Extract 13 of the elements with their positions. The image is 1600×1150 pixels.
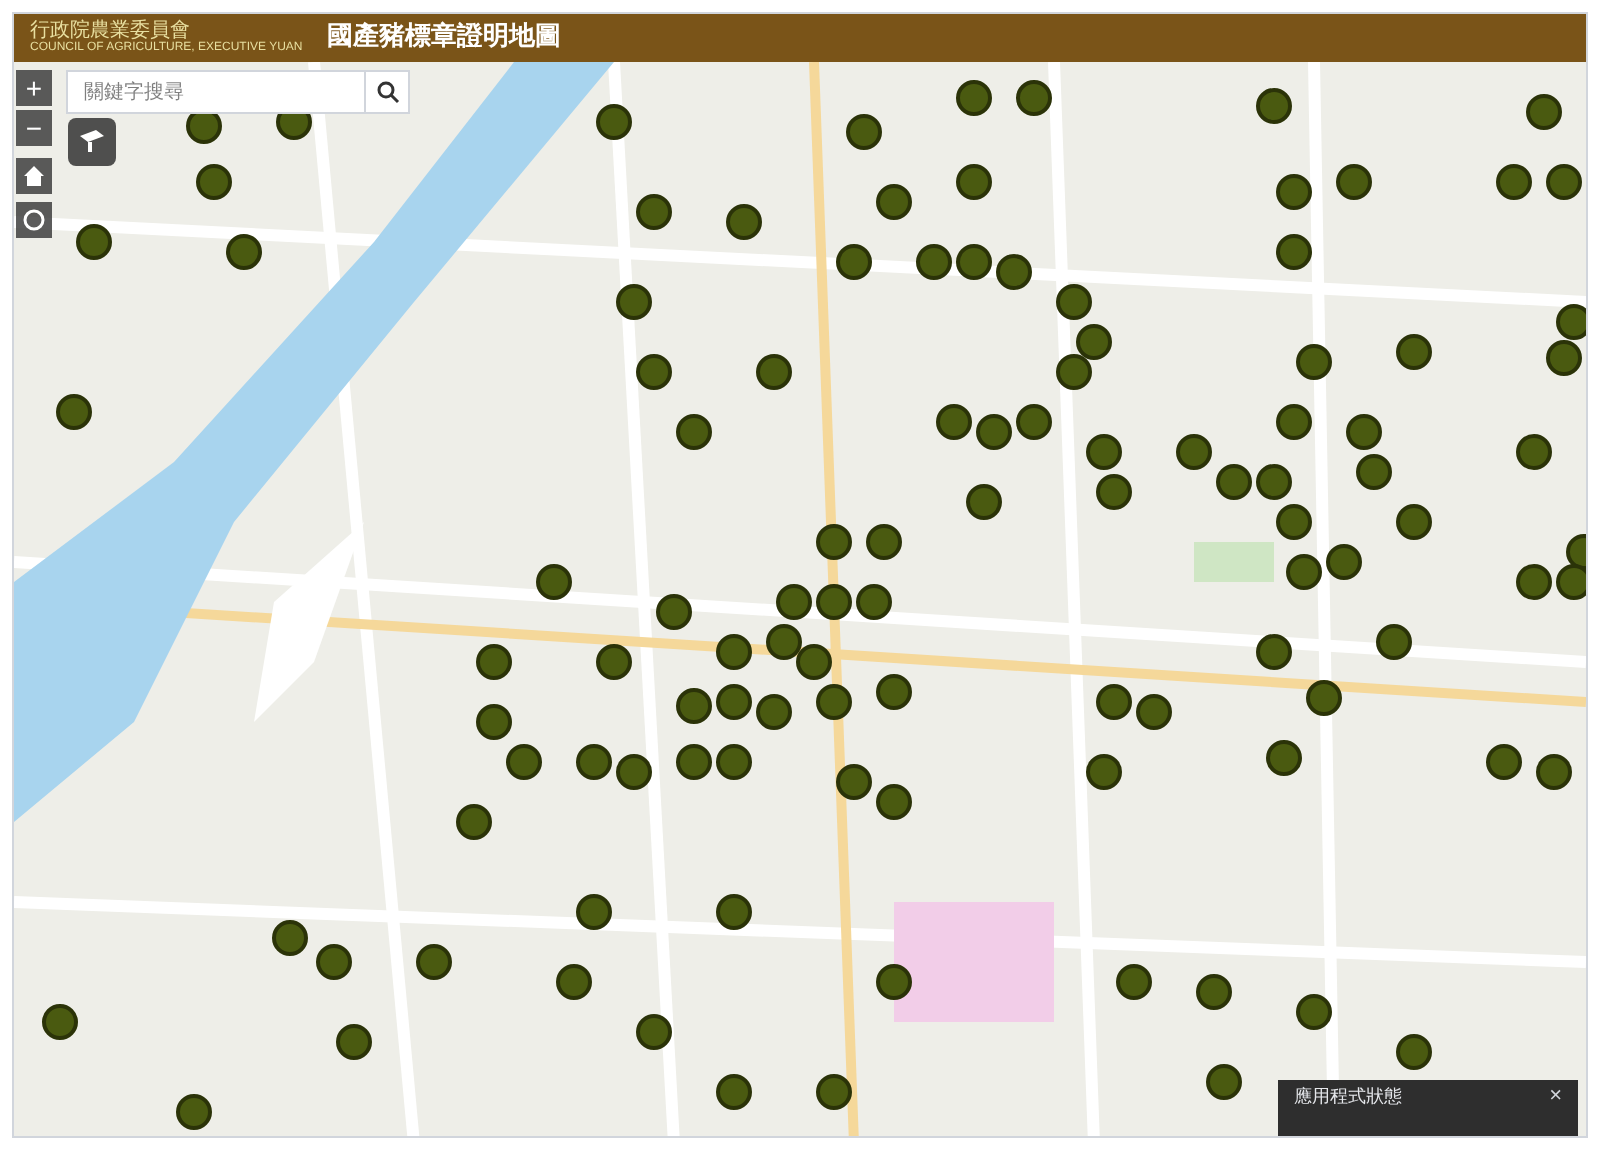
home-icon	[22, 164, 46, 188]
zoom-button[interactable]: +	[16, 70, 52, 106]
page-title: 國產豬標章證明地圖	[326, 19, 561, 57]
search-icon	[375, 80, 399, 104]
close-button[interactable]: ×	[1549, 1086, 1562, 1108]
locate-icon	[22, 208, 46, 232]
search-button[interactable]	[366, 70, 410, 114]
zoom-button[interactable]: −	[16, 110, 52, 146]
status-panel-title: 應用程式狀態	[1294, 1086, 1402, 1112]
agency-name: 行政院農業委員會	[30, 22, 190, 42]
locate-button[interactable]	[16, 202, 52, 238]
search-field[interactable]: 關鍵字搜尋	[66, 70, 366, 114]
home-button[interactable]	[16, 158, 52, 194]
